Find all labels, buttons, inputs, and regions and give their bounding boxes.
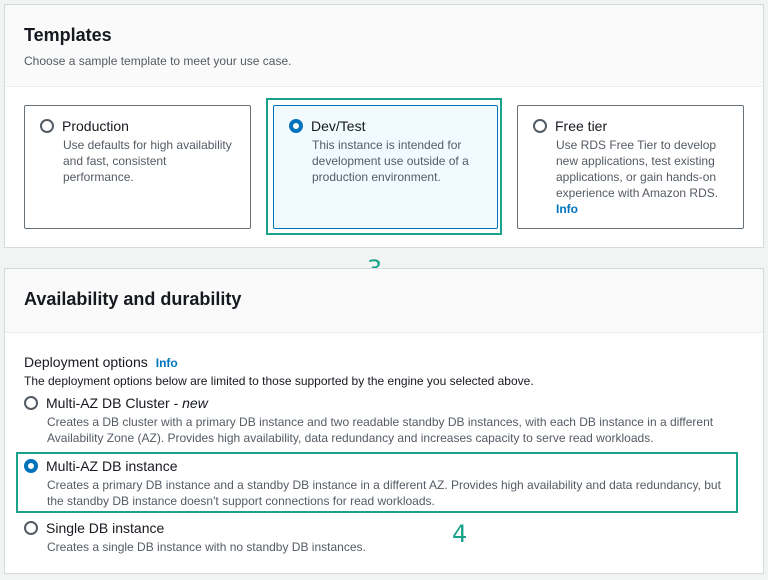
template-production-radio[interactable]	[40, 119, 54, 133]
template-freetier-text: Use RDS Free Tier to develop new applica…	[556, 138, 719, 200]
template-production-description: Use defaults for high availability and f…	[63, 138, 232, 184]
template-production-card[interactable]: Production Use defaults for high availab…	[24, 105, 251, 229]
deployment-info-link[interactable]: Info	[156, 356, 178, 370]
annotation-box-multiaz	[16, 452, 738, 513]
templates-title: Templates	[24, 25, 112, 45]
option-multiaz-cluster-label: Multi-AZ DB Cluster - new	[46, 395, 208, 411]
template-production-label: Production	[62, 118, 129, 134]
template-freetier-description: Use RDS Free Tier to develop new applica…	[556, 137, 729, 217]
deployment-options-text: Deployment options	[24, 354, 148, 370]
option-single-instance-radio[interactable]	[24, 521, 38, 535]
option-multiaz-cluster-text: Multi-AZ DB Cluster -	[46, 395, 183, 411]
option-single-instance-label: Single DB instance	[46, 520, 165, 536]
availability-panel: Availability and durability Deployment o…	[4, 268, 764, 574]
option-multiaz-cluster-description: Creates a DB cluster with a primary DB i…	[47, 415, 714, 445]
annotation-number-4: 4	[452, 520, 468, 548]
template-freetier-card[interactable]: Free tier Use RDS Free Tier to develop n…	[517, 105, 744, 229]
deployment-options-label: Deployment options Info	[24, 354, 178, 370]
option-multiaz-cluster[interactable]: Multi-AZ DB Cluster - new Creates a DB c…	[24, 395, 744, 446]
availability-title: Availability and durability	[24, 289, 242, 309]
templates-header: Templates Choose a sample template to me…	[5, 5, 763, 87]
annotation-box-devtest	[266, 98, 502, 235]
availability-header: Availability and durability	[5, 269, 763, 333]
option-new-tag: new	[182, 395, 208, 411]
template-freetier-label: Free tier	[555, 118, 608, 134]
option-single-instance[interactable]: Single DB instance Creates a single DB i…	[24, 520, 744, 555]
option-single-instance-description: Creates a single DB instance with no sta…	[47, 540, 366, 554]
template-freetier-info-link[interactable]: Info	[556, 202, 578, 216]
option-multiaz-cluster-radio[interactable]	[24, 396, 38, 410]
deployment-options-description: The deployment options below are limited…	[24, 374, 534, 388]
template-freetier-radio[interactable]	[533, 119, 547, 133]
templates-description: Choose a sample template to meet your us…	[24, 54, 292, 68]
